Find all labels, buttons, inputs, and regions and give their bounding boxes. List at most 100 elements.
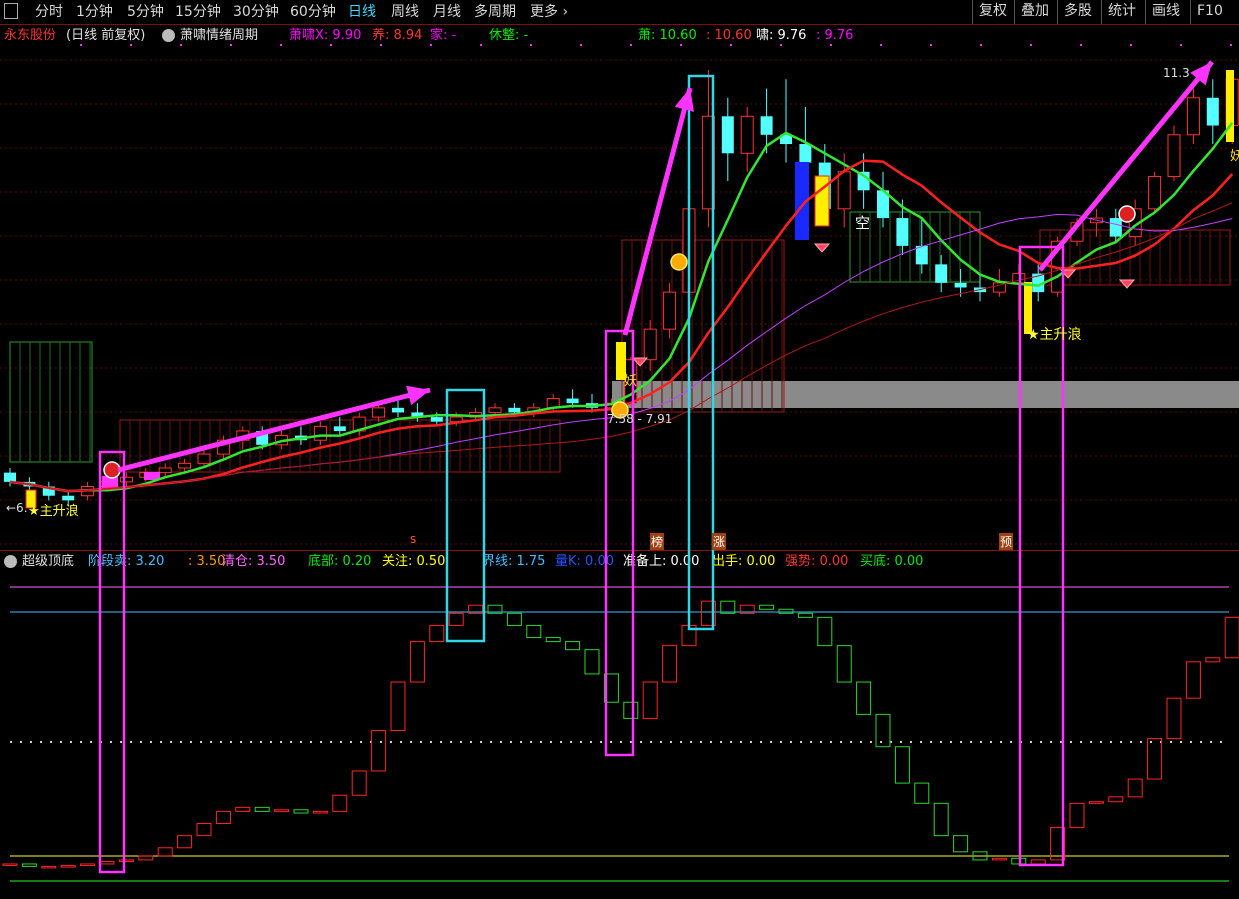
- sub-bar: [1147, 738, 1163, 780]
- candle-body-down: [256, 430, 269, 445]
- sub-bar: [817, 616, 833, 647]
- candle-body-up: [1167, 134, 1181, 177]
- up-chevron-icon: [670, 253, 688, 271]
- candle-body-up: [740, 115, 754, 154]
- sub-indicator-name[interactable]: 超级顶底: [22, 551, 74, 573]
- sub-bar: [953, 835, 969, 853]
- candle-body-up: [663, 291, 677, 330]
- sub-bar: [429, 624, 445, 643]
- sub-bar: [409, 641, 425, 683]
- sub-bar: [797, 612, 813, 618]
- sub-indicator-bar: 超级顶底 阶段卖: 3.20: 3.50 清仓: 3.50 底部: 0.20 关注: …: [0, 551, 1239, 573]
- tag-s: s: [410, 532, 417, 546]
- sub-bar: [118, 859, 134, 863]
- signal-dot: [580, 44, 582, 46]
- signal-dot: [280, 44, 282, 46]
- signal-dot: [830, 44, 832, 46]
- sub-bar: [603, 673, 619, 703]
- sub-value-4: 关注: 0.50: [382, 554, 446, 569]
- sub-bar: [933, 802, 949, 837]
- candle-body-up: [1070, 222, 1084, 242]
- signal-dot: [230, 44, 232, 46]
- candle-body-down: [4, 472, 16, 482]
- candle-body-down: [333, 426, 346, 431]
- sub-bar: [739, 604, 755, 614]
- kong-signal: 空: [855, 214, 871, 232]
- candle-body-down: [799, 144, 812, 163]
- sub-bar: [506, 612, 522, 626]
- candle-body-down: [915, 245, 928, 265]
- yao-label: 妖: [624, 374, 638, 389]
- diamond-icon: [813, 243, 831, 253]
- sub-bar: [1185, 661, 1201, 699]
- signal-dot: [630, 44, 632, 46]
- sub-bar: [21, 863, 37, 867]
- sub-bar: [332, 794, 348, 812]
- sub-bar: [99, 861, 115, 865]
- signal-dot: [80, 44, 82, 46]
- sub-bar: [1030, 859, 1046, 865]
- sub-bar: [914, 782, 930, 804]
- candle-body-up: [313, 425, 327, 441]
- sub-bar: [584, 649, 600, 675]
- candle-body-up: [178, 462, 192, 469]
- candle-body-up: [216, 439, 230, 455]
- sub-value-10: 买底: 0.00: [860, 554, 924, 569]
- candle-body-down: [1206, 97, 1219, 126]
- sub-bar: [1069, 802, 1085, 829]
- sub-bar: [448, 612, 464, 626]
- signal-dot: [1230, 44, 1232, 46]
- wave-label-right: ★主升浪: [1027, 327, 1082, 343]
- sub-bar: [41, 865, 57, 869]
- signal-dot: [1180, 44, 1182, 46]
- sub-bar: [875, 713, 891, 748]
- candle-body-up: [701, 115, 715, 210]
- signal-dot: [1030, 44, 1032, 46]
- sub-bar: [778, 608, 794, 614]
- sub-indicator-menu-icon[interactable]: [4, 555, 17, 568]
- sub-bar: [196, 823, 212, 837]
- candle-body-up: [236, 430, 250, 441]
- signal-dot: [930, 44, 932, 46]
- tag-bang: 榜: [650, 533, 665, 550]
- sub-value-3: 底部: 0.20: [308, 554, 372, 569]
- signal-dot: [430, 44, 432, 46]
- candle-body-down: [760, 116, 773, 135]
- sub-bar: [526, 624, 542, 639]
- edge-label: 妖: [1230, 149, 1239, 164]
- candle-body-down: [935, 264, 948, 283]
- candle-body-up: [682, 208, 696, 293]
- candle-body-up: [372, 407, 386, 418]
- sub-bar: [138, 855, 154, 861]
- sub-bar: [157, 847, 173, 857]
- sub-value-1: : 3.50: [188, 554, 226, 569]
- sub-bar: [623, 701, 639, 719]
- candle-body-down: [954, 282, 967, 288]
- sub-bar: [177, 835, 193, 849]
- sub-bar: [274, 809, 290, 812]
- sub-bar: [80, 863, 96, 867]
- main-kline-chart[interactable]: [0, 0, 1239, 548]
- price-range-label: 7.58 - 7.91: [607, 412, 673, 426]
- sub-bar: [487, 604, 503, 614]
- sub-bar: [642, 681, 658, 719]
- duo-signal-icon: [1118, 205, 1136, 223]
- signal-dot: [730, 44, 732, 46]
- sub-value-8: 出手: 0.00: [712, 554, 776, 569]
- sub-bar: [700, 600, 716, 626]
- candle-body-up: [158, 467, 172, 474]
- signal-dot: [1130, 44, 1132, 46]
- signal-dot: [180, 44, 182, 46]
- sub-value-0: 阶段卖: 3.20: [88, 554, 165, 569]
- sub-bar: [662, 645, 678, 683]
- sub-bar: [293, 809, 309, 814]
- candle-body-down: [896, 218, 909, 246]
- candle-body-down: [508, 407, 521, 413]
- tag-yu: 预: [999, 533, 1014, 550]
- signal-dot: [330, 44, 332, 46]
- sub-bar: [371, 730, 387, 772]
- tag-zhang: 涨: [712, 533, 727, 550]
- sub-bar: [1050, 827, 1066, 861]
- low-marker-label: ←6.: [6, 501, 28, 515]
- signal-dot: [680, 44, 682, 46]
